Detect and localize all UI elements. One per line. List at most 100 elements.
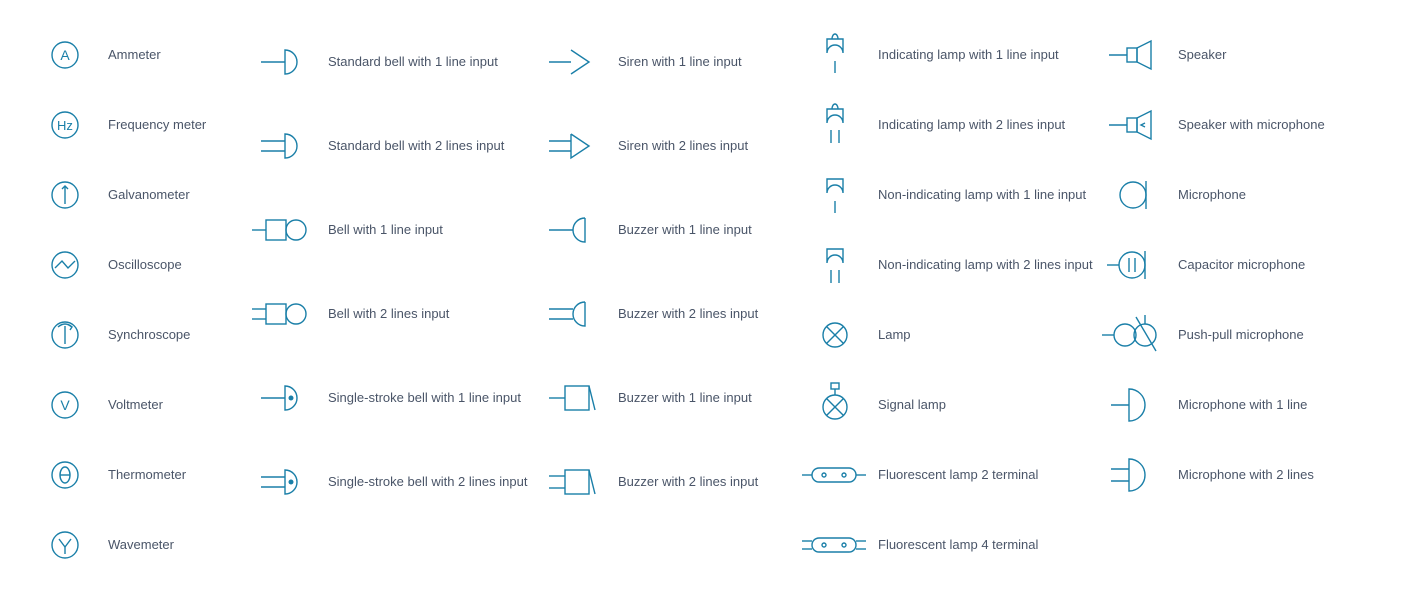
item-speaker-mic: Speaker with microphone <box>1100 90 1380 160</box>
buzzer-sq-1-icon <box>540 378 610 418</box>
item-buzzer-sq-2: Buzzer with 2 lines input <box>540 440 800 524</box>
item-ammeter: A Ammeter <box>30 20 250 90</box>
std-bell-1-icon <box>250 42 320 82</box>
item-single-bell-2: Single-stroke bell with 2 lines input <box>250 440 540 524</box>
label: Non-indicating lamp with 1 line input <box>870 186 1100 204</box>
item-wavemeter: Wavemeter <box>30 510 250 580</box>
item-buzzer-arc-2: Buzzer with 2 lines input <box>540 272 800 356</box>
synchroscope-icon <box>30 318 100 352</box>
item-ind-lamp-2: Indicating lamp with 2 lines input <box>800 90 1100 160</box>
single-bell-1-icon <box>250 378 320 418</box>
item-voltmeter: V Voltmeter <box>30 370 250 440</box>
label: Fluorescent lamp 2 terminal <box>870 466 1100 484</box>
ind-lamp-1-icon <box>800 33 870 77</box>
label: Single-stroke bell with 2 lines input <box>320 473 540 491</box>
item-speaker: Speaker <box>1100 20 1380 90</box>
item-galvanometer: Galvanometer <box>30 160 250 230</box>
label: Siren with 2 lines input <box>610 137 800 155</box>
label: Standard bell with 1 line input <box>320 53 540 71</box>
label: Siren with 1 line input <box>610 53 800 71</box>
bell-2-icon <box>250 294 320 334</box>
item-fluor-4: Fluorescent lamp 4 terminal <box>800 510 1100 580</box>
lamp-icon <box>800 315 870 355</box>
label: Buzzer with 2 lines input <box>610 473 800 491</box>
microphone-icon <box>1100 175 1170 215</box>
label: Ammeter <box>100 46 250 64</box>
label: Voltmeter <box>100 396 250 414</box>
item-oscilloscope: Oscilloscope <box>30 230 250 300</box>
label: Indicating lamp with 2 lines input <box>870 116 1100 134</box>
item-nonind-lamp-1: Non-indicating lamp with 1 line input <box>800 160 1100 230</box>
col-2: Standard bell with 1 line input Standard… <box>250 20 540 580</box>
item-nonind-lamp-2: Non-indicating lamp with 2 lines input <box>800 230 1100 300</box>
cap-mic-icon <box>1100 245 1170 285</box>
label: Fluorescent lamp 4 terminal <box>870 536 1100 554</box>
item-push-pull-mic: Push-pull microphone <box>1100 300 1380 370</box>
item-bell-2: Bell with 2 lines input <box>250 272 540 356</box>
frequency-meter-icon: Hz <box>30 108 100 142</box>
item-buzzer-sq-1: Buzzer with 1 line input <box>540 356 800 440</box>
nonind-lamp-2-icon <box>800 243 870 287</box>
label: Synchroscope <box>100 326 250 344</box>
svg-text:V: V <box>60 397 70 413</box>
nonind-lamp-1-icon <box>800 173 870 217</box>
item-signal-lamp: Signal lamp <box>800 370 1100 440</box>
item-std-bell-1: Standard bell with 1 line input <box>250 20 540 104</box>
wavemeter-icon <box>30 528 100 562</box>
fluor-4-icon <box>800 532 870 558</box>
item-mic-1: Microphone with 1 line <box>1100 370 1380 440</box>
label: Microphone <box>1170 186 1380 204</box>
item-ind-lamp-1: Indicating lamp with 1 line input <box>800 20 1100 90</box>
label: Frequency meter <box>100 116 250 134</box>
item-frequency-meter: Hz Frequency meter <box>30 90 250 160</box>
svg-text:Hz: Hz <box>57 118 73 133</box>
thermometer-icon <box>30 458 100 492</box>
single-bell-2-icon <box>250 462 320 502</box>
label: Push-pull microphone <box>1170 326 1380 344</box>
item-siren-2: Siren with 2 lines input <box>540 104 800 188</box>
ammeter-icon: A <box>30 38 100 72</box>
label: Signal lamp <box>870 396 1100 414</box>
oscilloscope-icon <box>30 248 100 282</box>
item-microphone: Microphone <box>1100 160 1380 230</box>
label: Microphone with 2 lines <box>1170 466 1380 484</box>
label: Buzzer with 1 line input <box>610 389 800 407</box>
siren-1-icon <box>540 42 610 82</box>
siren-2-icon <box>540 126 610 166</box>
buzzer-arc-2-icon <box>540 294 610 334</box>
ind-lamp-2-icon <box>800 103 870 147</box>
label: Wavemeter <box>100 536 250 554</box>
label: Thermometer <box>100 466 250 484</box>
voltmeter-icon: V <box>30 388 100 422</box>
item-mic-2: Microphone with 2 lines <box>1100 440 1380 510</box>
item-siren-1: Siren with 1 line input <box>540 20 800 104</box>
label: Microphone with 1 line <box>1170 396 1380 414</box>
item-cap-mic: Capacitor microphone <box>1100 230 1380 300</box>
speaker-mic-icon <box>1100 105 1170 145</box>
col-4: Indicating lamp with 1 line input Indica… <box>800 20 1100 580</box>
label: Non-indicating lamp with 2 lines input <box>870 256 1100 274</box>
item-synchroscope: Synchroscope <box>30 300 250 370</box>
symbol-grid: A Ammeter Hz Frequency meter Galvanomete… <box>30 20 1382 580</box>
item-thermometer: Thermometer <box>30 440 250 510</box>
label: Indicating lamp with 1 line input <box>870 46 1100 64</box>
fluor-2-icon <box>800 462 870 488</box>
col-1: A Ammeter Hz Frequency meter Galvanomete… <box>30 20 250 580</box>
std-bell-2-icon <box>250 126 320 166</box>
item-single-bell-1: Single-stroke bell with 1 line input <box>250 356 540 440</box>
label: Speaker <box>1170 46 1380 64</box>
label: Bell with 1 line input <box>320 221 540 239</box>
mic-2-icon <box>1100 453 1170 497</box>
col-3: Siren with 1 line input Siren with 2 lin… <box>540 20 800 580</box>
signal-lamp-icon <box>800 381 870 429</box>
label: Capacitor microphone <box>1170 256 1380 274</box>
item-fluor-2: Fluorescent lamp 2 terminal <box>800 440 1100 510</box>
galvanometer-icon <box>30 178 100 212</box>
label: Standard bell with 2 lines input <box>320 137 540 155</box>
col-5: Speaker Speaker with microphone Micropho… <box>1100 20 1380 580</box>
svg-text:A: A <box>60 47 70 63</box>
bell-1-icon <box>250 210 320 250</box>
buzzer-arc-1-icon <box>540 210 610 250</box>
item-lamp: Lamp <box>800 300 1100 370</box>
item-std-bell-2: Standard bell with 2 lines input <box>250 104 540 188</box>
